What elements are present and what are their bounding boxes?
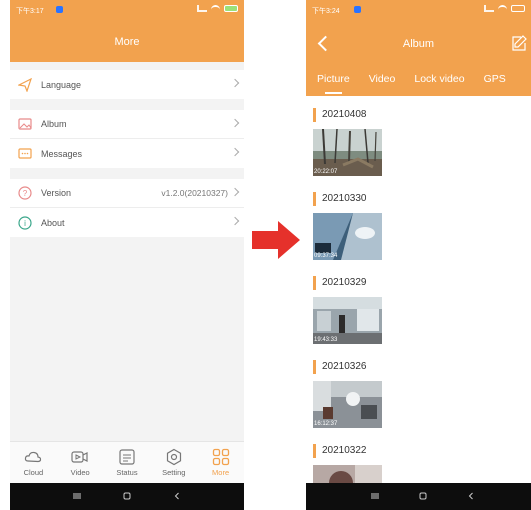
tab-picture[interactable]: Picture [317,73,350,94]
menu-group-media: Album Messages [10,110,244,168]
gear-icon [166,448,181,466]
page-title: Album [402,38,435,50]
bottom-tab-bar: Cloud Video Status Setting More [10,441,244,483]
photo-timestamp: 16:12:37 [314,421,338,427]
tab-lock-video[interactable]: Lock video [414,73,464,85]
tab-more[interactable]: More [201,442,241,483]
status-time: 下午3:17 [16,8,44,15]
photo-thumbnail[interactable]: 20:22:07 [313,129,382,176]
tab-label: Status [116,468,138,477]
question-icon: ? [18,186,32,200]
grid-icon [212,448,229,466]
tab-cloud[interactable]: Cloud [13,442,53,483]
battery-icon [224,5,238,12]
menu-item-messages[interactable]: Messages [10,139,244,168]
paper-plane-icon [18,77,32,92]
album-group: 20210329 19:43:33 [306,264,531,348]
menu-icon[interactable] [370,491,380,501]
status-time: 下午3:24 [312,8,340,15]
svg-text:?: ? [23,189,28,198]
date-header: 20210408 [313,108,367,122]
menu-item-label: Messages [41,148,83,159]
album-group: 20210330 09:37:34 [306,180,531,264]
menu-item-about[interactable]: i About [10,208,244,237]
header: Album Picture Video Lock video GPS [306,20,531,96]
notification-icon [354,6,361,13]
menu-group-info: ? Version v1.2.0(20210327) i About [10,179,244,237]
notification-icon [56,6,63,13]
signal-icon [484,5,494,12]
home-icon[interactable] [122,491,132,501]
signal-icon [197,5,207,12]
status-icon [119,449,135,465]
photo-thumbnail[interactable]: 09:37:34 [313,213,382,260]
chevron-right-icon [230,78,240,88]
tab-label: Video [70,468,90,477]
menu-item-label: Album [41,119,67,129]
image-icon [18,117,32,131]
album-group: 20210326 16:12:37 [306,348,531,432]
menu-item-album[interactable]: Album [10,110,244,139]
page-title: More [114,36,140,48]
album-screen: 下午3:24 Album Picture Video Lock video GP… [306,0,531,510]
header: More [10,20,244,62]
tab-status[interactable]: Status [107,442,147,483]
tab-video[interactable]: Video [60,442,100,483]
date-header: 20210326 [313,360,367,374]
back-icon[interactable] [172,491,182,501]
home-icon[interactable] [418,491,428,501]
photo-timestamp: 19:43:33 [314,337,338,343]
date-header: 20210322 [313,444,367,458]
edit-icon[interactable] [511,35,527,51]
version-value: v1.2.0(20210327) [161,188,228,198]
menu-item-label: About [41,217,65,228]
album-list: 20210408 20:22:07 20210330 09:37:34 2021… [306,96,531,510]
album-group: 20210408 20:22:07 [306,96,531,180]
chevron-right-icon [230,187,240,197]
video-icon [71,451,88,463]
photo-thumbnail[interactable]: 19:43:33 [313,297,382,344]
wifi-icon [211,5,220,12]
arrow-right-icon [252,221,300,259]
chevron-right-icon [230,216,240,226]
back-icon[interactable] [466,491,476,501]
cloud-icon [25,451,42,463]
chevron-right-icon [230,118,240,128]
date-header: 20210329 [313,276,367,290]
menu-icon[interactable] [72,491,82,501]
photo-timestamp: 20:22:07 [314,169,338,175]
more-screen: 下午3:17 More Language Album Messages ? Ve… [10,0,244,510]
system-nav-bar [10,483,244,510]
wifi-icon [498,5,507,12]
chevron-right-icon [230,147,240,157]
tab-label: Cloud [23,468,44,477]
menu-group-language: Language [10,70,244,99]
tab-setting[interactable]: Setting [154,442,194,483]
album-tabs: Picture Video Lock video GPS [306,73,531,94]
photo-thumbnail[interactable]: 16:12:37 [313,381,382,428]
date-header: 20210330 [313,192,367,206]
status-bar: 下午3:17 [10,0,244,20]
tab-video[interactable]: Video [369,73,396,85]
tab-label: Setting [162,468,186,477]
svg-text:i: i [24,219,26,228]
message-icon [18,147,32,161]
tab-gps[interactable]: GPS [484,73,506,85]
menu-item-label: Language [41,79,82,90]
menu-item-version[interactable]: ? Version v1.2.0(20210327) [10,179,244,208]
info-icon: i [18,215,32,230]
photo-timestamp: 09:37:34 [314,253,338,259]
battery-icon [511,5,525,12]
tab-label: More [212,468,230,477]
menu-item-language[interactable]: Language [10,70,244,99]
system-nav-bar [306,483,531,510]
menu-item-label: Version [41,188,72,198]
status-bar: 下午3:24 [306,0,531,20]
